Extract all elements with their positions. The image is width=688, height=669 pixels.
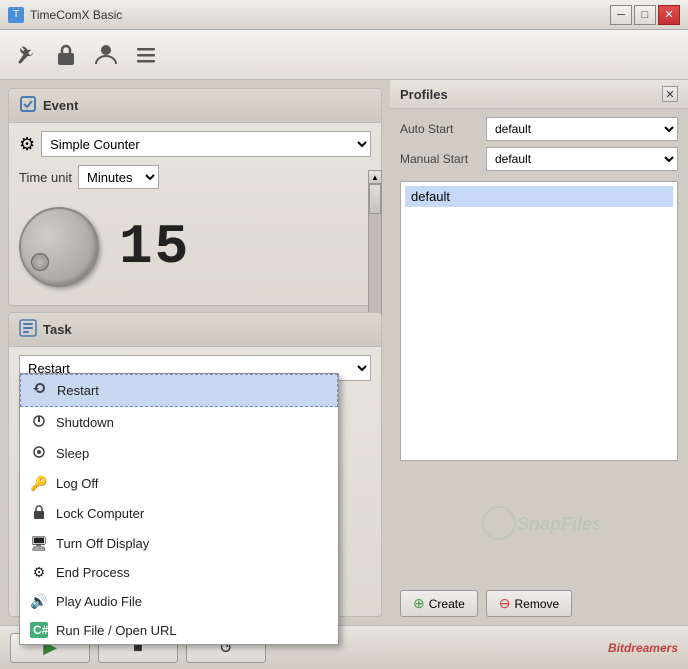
time-display: 15 xyxy=(119,219,190,275)
event-type-select[interactable]: Simple Counter xyxy=(41,131,371,157)
profile-list-item[interactable]: default xyxy=(405,186,673,207)
dropdown-label-playaudio: Play Audio File xyxy=(56,594,142,609)
remove-label: Remove xyxy=(515,597,560,611)
maximize-button[interactable]: □ xyxy=(634,5,656,25)
left-panel: Event ⚙ Simple Counter Time unit Minutes… xyxy=(0,80,390,625)
event-title: Event xyxy=(43,98,78,113)
profiles-body: Auto Start default Manual Start default … xyxy=(390,109,688,469)
close-button[interactable]: ✕ xyxy=(658,5,680,25)
user-icon[interactable] xyxy=(90,39,122,71)
event-select-row: ⚙ Simple Counter xyxy=(19,131,371,157)
time-knob[interactable] xyxy=(19,207,99,287)
svg-text:SnapFiles: SnapFiles xyxy=(517,514,599,534)
dropdown-label-runfile: Run File / Open URL xyxy=(56,623,177,638)
list-icon[interactable] xyxy=(130,39,162,71)
dropdown-item-endprocess[interactable]: ⚙ End Process xyxy=(20,558,338,587)
task-section-header: Task xyxy=(9,313,381,347)
counter-icon: ⚙ xyxy=(19,134,35,155)
shutdown-icon xyxy=(30,413,48,432)
lock-computer-icon xyxy=(30,504,48,523)
time-unit-row: Time unit Minutes Seconds Hours xyxy=(19,165,371,189)
turnoff-icon: 🖥 xyxy=(30,535,48,552)
task-dropdown-menu: Restart Shutdown xyxy=(19,373,339,645)
manual-start-row: Manual Start default xyxy=(400,147,678,171)
event-body: ⚙ Simple Counter Time unit Minutes Secon… xyxy=(9,123,381,305)
dropdown-item-sleep[interactable]: Sleep xyxy=(20,438,338,469)
window-controls: ─ □ ✕ xyxy=(610,5,680,25)
dropdown-label-turnoff: Turn Off Display xyxy=(56,536,149,551)
time-unit-label: Time unit xyxy=(19,170,72,185)
snapfiles-watermark: SnapFiles xyxy=(390,469,688,582)
restart-icon xyxy=(31,381,49,400)
profiles-header: Profiles ✕ xyxy=(390,80,688,109)
dropdown-label-sleep: Sleep xyxy=(56,446,89,461)
remove-profile-button[interactable]: ⊖ Remove xyxy=(486,590,572,617)
remove-icon: ⊖ xyxy=(499,595,511,612)
brand-text: Bitdreamers xyxy=(608,641,678,655)
dropdown-label-lock: Lock Computer xyxy=(56,506,144,521)
dropdown-label-restart: Restart xyxy=(57,383,99,398)
brand-logo: Bitdreamers xyxy=(608,641,678,655)
auto-start-select[interactable]: default xyxy=(486,117,678,141)
profiles-title: Profiles xyxy=(400,87,448,102)
dropdown-item-logoff[interactable]: 🔑 Log Off xyxy=(20,469,338,498)
create-label: Create xyxy=(429,597,465,611)
time-unit-select[interactable]: Minutes Seconds Hours xyxy=(78,165,159,189)
endprocess-icon: ⚙ xyxy=(30,564,48,581)
event-section: Event ⚙ Simple Counter Time unit Minutes… xyxy=(8,88,382,306)
dropdown-label-shutdown: Shutdown xyxy=(56,415,114,430)
scroll-up-button[interactable]: ▲ xyxy=(368,170,382,184)
dropdown-label-logoff: Log Off xyxy=(56,476,98,491)
dropdown-item-turnoff[interactable]: 🖥 Turn Off Display xyxy=(20,529,338,558)
task-section: Task Restart Restart xyxy=(8,312,382,617)
toolbar xyxy=(0,30,688,80)
profiles-actions: ⊕ Create ⊖ Remove xyxy=(390,582,688,625)
wrench-icon[interactable] xyxy=(10,39,42,71)
knob-indicator xyxy=(31,253,49,271)
event-section-header: Event xyxy=(9,89,381,123)
profiles-list: default xyxy=(400,181,678,461)
logoff-icon: 🔑 xyxy=(30,475,48,492)
runfile-icon: C# xyxy=(30,622,48,638)
create-profile-button[interactable]: ⊕ Create xyxy=(400,590,478,617)
sleep-icon xyxy=(30,444,48,463)
playaudio-icon: 🔊 xyxy=(30,593,48,610)
knob-area: 15 xyxy=(19,197,371,297)
title-bar: T TimeComX Basic ─ □ ✕ xyxy=(0,0,688,30)
dropdown-item-playaudio[interactable]: 🔊 Play Audio File xyxy=(20,587,338,616)
app-title: TimeComX Basic xyxy=(30,8,610,22)
scroll-thumb[interactable] xyxy=(369,184,381,214)
lock-icon[interactable] xyxy=(50,39,82,71)
manual-start-label: Manual Start xyxy=(400,152,480,166)
auto-start-label: Auto Start xyxy=(400,122,480,136)
dropdown-label-endprocess: End Process xyxy=(56,565,130,580)
event-icon xyxy=(19,95,37,116)
profiles-panel: Profiles ✕ Auto Start default Manual Sta… xyxy=(390,80,688,625)
app-icon: T xyxy=(8,7,24,23)
task-icon xyxy=(19,319,37,340)
dropdown-item-lock[interactable]: Lock Computer xyxy=(20,498,338,529)
minimize-button[interactable]: ─ xyxy=(610,5,632,25)
snapfiles-logo: SnapFiles xyxy=(479,503,599,549)
create-icon: ⊕ xyxy=(413,595,425,612)
task-title: Task xyxy=(43,322,72,337)
manual-start-select[interactable]: default xyxy=(486,147,678,171)
dropdown-item-runfile[interactable]: C# Run File / Open URL xyxy=(20,616,338,644)
dropdown-item-restart[interactable]: Restart xyxy=(20,374,338,407)
auto-start-row: Auto Start default xyxy=(400,117,678,141)
dropdown-item-shutdown[interactable]: Shutdown xyxy=(20,407,338,438)
main-content: Event ⚙ Simple Counter Time unit Minutes… xyxy=(0,80,688,625)
profiles-close-button[interactable]: ✕ xyxy=(662,86,678,102)
